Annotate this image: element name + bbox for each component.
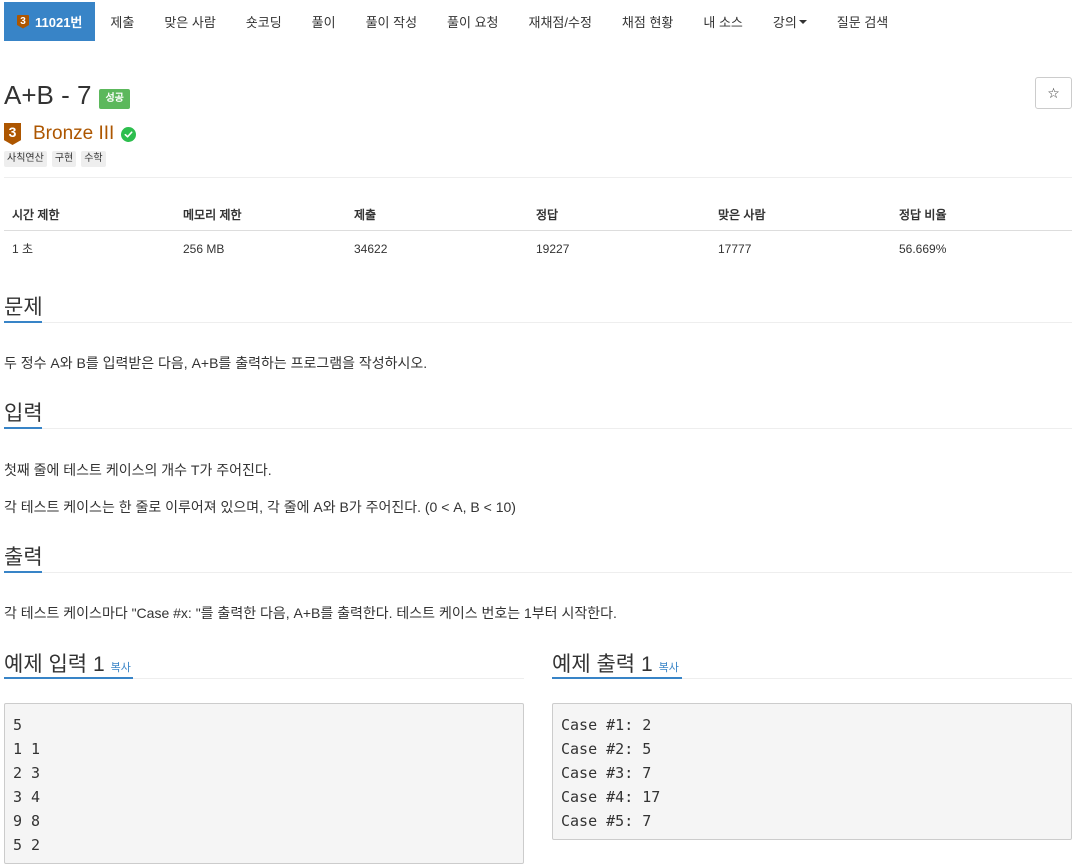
heading-underline xyxy=(4,677,133,679)
tag-implementation[interactable]: 구현 xyxy=(51,151,77,167)
ratio-value: 56.669% xyxy=(899,241,947,256)
memory-limit-value: 256 MB xyxy=(183,241,225,256)
sample-input-heading: 예제 입력 1 복사 xyxy=(4,648,131,678)
bronze-tier-icon: 3 xyxy=(4,123,21,145)
sample-input-box[interactable]: 5 1 1 2 3 3 4 9 8 5 2 xyxy=(4,703,524,864)
input-description-2: 각 테스트 케이스는 한 줄로 이루어져 있으며, 각 줄에 A와 B가 주어진… xyxy=(4,499,516,515)
nav-status[interactable]: 채점 현황 xyxy=(607,2,688,41)
tier-name[interactable]: Bronze III xyxy=(33,123,114,145)
nav-submit[interactable]: 제출 xyxy=(95,2,149,41)
nav-lecture-dropdown[interactable]: 강의 xyxy=(758,2,822,41)
problem-heading: 문제 xyxy=(4,296,43,319)
output-description: 각 테스트 케이스마다 "Case #x: "를 출력한 다음, A+B를 출력… xyxy=(4,605,617,621)
heading-underline xyxy=(4,571,42,573)
problem-info-table: 시간 제한 메모리 제한 제출 정답 맞은 사람 정답 비율 1 초 256 M… xyxy=(4,196,1072,266)
nav-problem-number[interactable]: 3 11021번 xyxy=(4,2,96,41)
section-divider xyxy=(682,678,1072,679)
divider xyxy=(4,177,1072,178)
section-divider xyxy=(42,322,1072,323)
header-time-limit: 시간 제한 xyxy=(4,196,175,231)
nav-question-search[interactable]: 질문 검색 xyxy=(822,2,903,41)
header-submissions: 제출 xyxy=(346,196,528,231)
header-ratio: 정답 비율 xyxy=(891,196,1072,231)
sample-output-title: 예제 출력 1 xyxy=(552,653,653,676)
nav-rejudge[interactable]: 재채점/수정 xyxy=(514,2,607,41)
nav-short-coding[interactable]: 숏코딩 xyxy=(231,2,297,41)
sample-output-box[interactable]: Case #1: 2 Case #2: 5 Case #3: 7 Case #4… xyxy=(552,703,1072,840)
nav-write-solution[interactable]: 풀이 작성 xyxy=(351,2,432,41)
heading-underline xyxy=(4,427,42,429)
check-icon xyxy=(121,126,137,142)
header-memory-limit: 메모리 제한 xyxy=(175,196,346,231)
nav-solutions[interactable]: 풀이 xyxy=(297,2,351,41)
nav-request-solution[interactable]: 풀이 요청 xyxy=(432,2,513,41)
copy-sample-input-button[interactable]: 복사 xyxy=(111,659,131,675)
bronze-tier-icon: 3 xyxy=(17,14,29,29)
star-icon: ☆ xyxy=(1047,84,1060,101)
section-divider xyxy=(133,678,524,679)
input-description-1: 첫째 줄에 테스트 케이스의 개수 T가 주어진다. xyxy=(4,462,272,478)
nav-lecture-label: 강의 xyxy=(772,15,797,30)
section-divider xyxy=(42,428,1072,429)
table-row: 1 초 256 MB 34622 19227 17777 56.669% xyxy=(4,231,1072,267)
tag-list: 사칙연산 구현 수학 xyxy=(4,151,106,167)
tier-line: 3 Bronze III xyxy=(4,123,137,145)
tag-arithmetic[interactable]: 사칙연산 xyxy=(4,151,47,167)
input-heading: 입력 xyxy=(4,402,43,425)
result-badge: 성공 xyxy=(99,88,130,109)
table-header-row: 시간 제한 메모리 제한 제출 정답 맞은 사람 정답 비율 xyxy=(4,196,1072,231)
header-accepted-users: 맞은 사람 xyxy=(710,196,891,231)
accepted-value: 19227 xyxy=(536,241,570,256)
nav-accepted-users[interactable]: 맞은 사람 xyxy=(149,2,230,41)
submissions-value: 34622 xyxy=(354,241,388,256)
output-heading: 출력 xyxy=(4,546,43,569)
sample-output-heading: 예제 출력 1 복사 xyxy=(552,648,679,678)
section-divider xyxy=(42,572,1072,573)
problem-title-row: A+B - 7 성공 xyxy=(4,80,130,111)
accepted-users-value: 17777 xyxy=(718,241,752,256)
heading-underline xyxy=(552,677,682,679)
nav-my-source[interactable]: 내 소스 xyxy=(688,2,758,41)
problem-title: A+B - 7 xyxy=(4,80,92,110)
heading-underline xyxy=(4,321,42,323)
header-accepted: 정답 xyxy=(528,196,710,231)
sample-input-title: 예제 입력 1 xyxy=(4,653,105,676)
problem-number-label: 11021번 xyxy=(35,15,83,30)
caret-down-icon xyxy=(798,19,807,24)
top-nav: 3 11021번 제출 맞은 사람 숏코딩 풀이 풀이 작성 풀이 요청 재채점… xyxy=(4,2,1072,41)
time-limit-value: 1 초 xyxy=(12,242,34,256)
problem-description: 두 정수 A와 B를 입력받은 다음, A+B를 출력하는 프로그램을 작성하시… xyxy=(4,355,428,371)
star-button[interactable]: ☆ xyxy=(1035,77,1072,109)
tag-math[interactable]: 수학 xyxy=(81,151,106,167)
copy-sample-output-button[interactable]: 복사 xyxy=(659,659,679,675)
